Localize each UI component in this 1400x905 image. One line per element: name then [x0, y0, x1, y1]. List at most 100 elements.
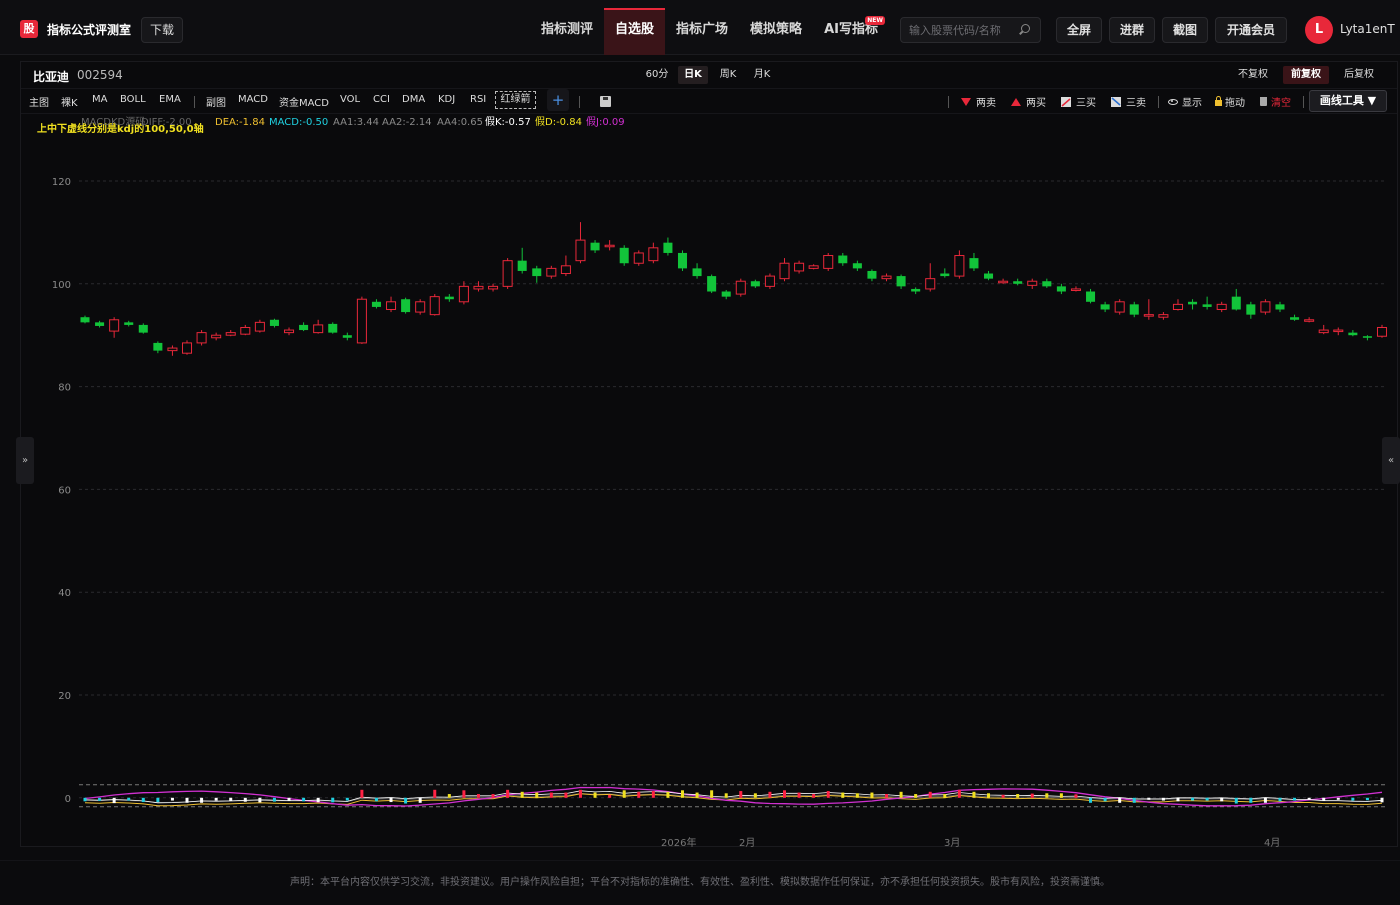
draw-tools-menu[interactable]: 画线工具 ▼ — [1309, 90, 1387, 112]
lock-icon — [1215, 96, 1222, 106]
tool-red-green-arrow[interactable]: 红绿箭 — [495, 91, 536, 109]
join-group-button[interactable]: 进群 — [1109, 17, 1155, 43]
candle-body — [984, 273, 994, 279]
tool-ma[interactable]: MA — [92, 94, 107, 105]
macd-bar — [724, 793, 728, 798]
stock-search[interactable] — [900, 17, 1041, 43]
tool-fund-macd[interactable]: 资金MACD — [279, 94, 329, 109]
user-name[interactable]: Lyta1enT — [1340, 22, 1395, 36]
macd-bar — [695, 792, 699, 798]
divider — [1303, 96, 1304, 108]
nav-item-watchlist[interactable]: 自选股 — [604, 8, 666, 55]
macd-bar — [506, 789, 510, 798]
tool-cci[interactable]: CCI — [373, 94, 390, 105]
trash-icon — [1260, 97, 1267, 106]
save-icon[interactable] — [600, 96, 611, 107]
macd-bar — [1205, 797, 1209, 801]
macd-bar — [1118, 797, 1122, 803]
macd-bar — [826, 791, 830, 798]
candle-body — [153, 342, 163, 351]
candle-body — [1216, 303, 1227, 311]
adjust-backward[interactable]: 后复权 — [1337, 66, 1381, 84]
nav-item-indicator-square[interactable]: 指标广场 — [665, 8, 739, 55]
macd-bar — [885, 794, 889, 798]
period-60min[interactable]: 60分 — [641, 66, 673, 84]
tool-main-chart[interactable]: 主图 — [29, 94, 49, 109]
candle-body — [1333, 329, 1344, 333]
draw-two-buy[interactable]: 两买 — [1011, 94, 1046, 109]
macd-bar — [1132, 797, 1136, 803]
macd-bar — [1074, 794, 1078, 798]
candle-body — [299, 324, 309, 331]
macd-bar — [812, 794, 816, 798]
candle-body — [1202, 304, 1212, 307]
macd-bar — [1336, 797, 1340, 800]
macd-bar — [680, 790, 684, 798]
clear-drawings[interactable]: 清空 — [1260, 94, 1291, 109]
adjust-forward[interactable]: 前复权 — [1283, 66, 1329, 84]
candle-body — [1158, 314, 1169, 318]
candle-body — [619, 247, 629, 264]
nav-item-indicator-review[interactable]: 指标测评 — [530, 8, 604, 55]
candle-body — [167, 347, 178, 352]
tool-macd[interactable]: MACD — [238, 94, 268, 105]
candle-body — [925, 278, 936, 290]
draw-two-sell[interactable]: 两卖 — [961, 94, 996, 109]
line-down-icon — [1111, 96, 1121, 107]
x-tick-label: 2026年 — [661, 836, 696, 847]
macd-bar — [1307, 797, 1311, 800]
search-icon[interactable] — [1021, 24, 1030, 33]
candle-body — [415, 301, 426, 313]
macd-bar — [943, 794, 947, 798]
download-button[interactable]: 下载 — [141, 17, 183, 43]
main-nav: 指标测评 自选股 指标广场 模拟策略 AI写指标 NEW — [530, 8, 889, 55]
candle-body — [1290, 317, 1300, 320]
candle-body — [371, 301, 381, 307]
period-week[interactable]: 周K — [713, 66, 743, 84]
tool-vol[interactable]: VOL — [340, 94, 360, 105]
avatar[interactable]: L — [1305, 16, 1333, 44]
drag-toggle[interactable]: 拖动 — [1215, 94, 1245, 109]
macd-bar — [112, 797, 116, 804]
nav-item-ai-indicator[interactable]: AI写指标 NEW — [813, 8, 889, 55]
macd-bar — [914, 794, 918, 798]
screenshot-button[interactable]: 截图 — [1162, 17, 1208, 43]
candle-body — [969, 258, 979, 269]
macd-bar — [855, 793, 859, 798]
nav-label: 模拟策略 — [750, 22, 803, 37]
candle-body — [240, 326, 251, 335]
right-collapse-tab[interactable]: « — [1382, 437, 1400, 484]
fullscreen-button[interactable]: 全屏 — [1056, 17, 1102, 43]
nav-item-sim-strategy[interactable]: 模拟策略 — [739, 8, 813, 55]
tool-boll[interactable]: BOLL — [120, 94, 146, 105]
search-input[interactable] — [909, 22, 1017, 38]
disclaimer-footer: 声明：本平台内容仅供学习交流，非投资建议。用户操作风险自担；平台不对指标的准确性… — [0, 860, 1400, 900]
left-collapse-tab[interactable]: » — [16, 437, 34, 484]
tool-rsi[interactable]: RSI — [470, 94, 486, 105]
macd-bar — [841, 792, 845, 798]
tool-dma[interactable]: DMA — [402, 94, 425, 105]
tool-sub-chart[interactable]: 副图 — [206, 94, 226, 109]
add-indicator-button[interactable]: + — [547, 89, 569, 111]
candlestick-chart[interactable]: 120100806040200-202026年2月3月4月上中下虚线分别是kdj… — [21, 114, 1397, 847]
candle-body — [1172, 303, 1183, 311]
brand[interactable]: 股 指标公式评测室 — [20, 20, 131, 38]
candle-body — [1304, 319, 1315, 322]
macd-bar — [768, 791, 772, 798]
macd-bar — [549, 792, 553, 798]
adjust-none[interactable]: 不复权 — [1231, 66, 1275, 84]
tool-naked-k[interactable]: 裸K — [61, 94, 78, 109]
candle-body — [911, 288, 921, 292]
tool-ema[interactable]: EMA — [159, 94, 181, 105]
period-month[interactable]: 月K — [747, 66, 777, 84]
draw-three-buy[interactable]: 三买 — [1061, 94, 1096, 109]
show-toggle[interactable]: 显示 — [1168, 94, 1202, 109]
period-day[interactable]: 日K — [678, 66, 708, 84]
candle-body — [488, 285, 499, 290]
draw-three-sell[interactable]: 三卖 — [1111, 94, 1146, 109]
vip-button[interactable]: 开通会员 — [1215, 17, 1287, 43]
candle-body — [532, 268, 542, 277]
tool-kdj[interactable]: KDJ — [438, 94, 455, 105]
candle-body — [663, 242, 673, 253]
macd-bar — [1322, 797, 1326, 801]
